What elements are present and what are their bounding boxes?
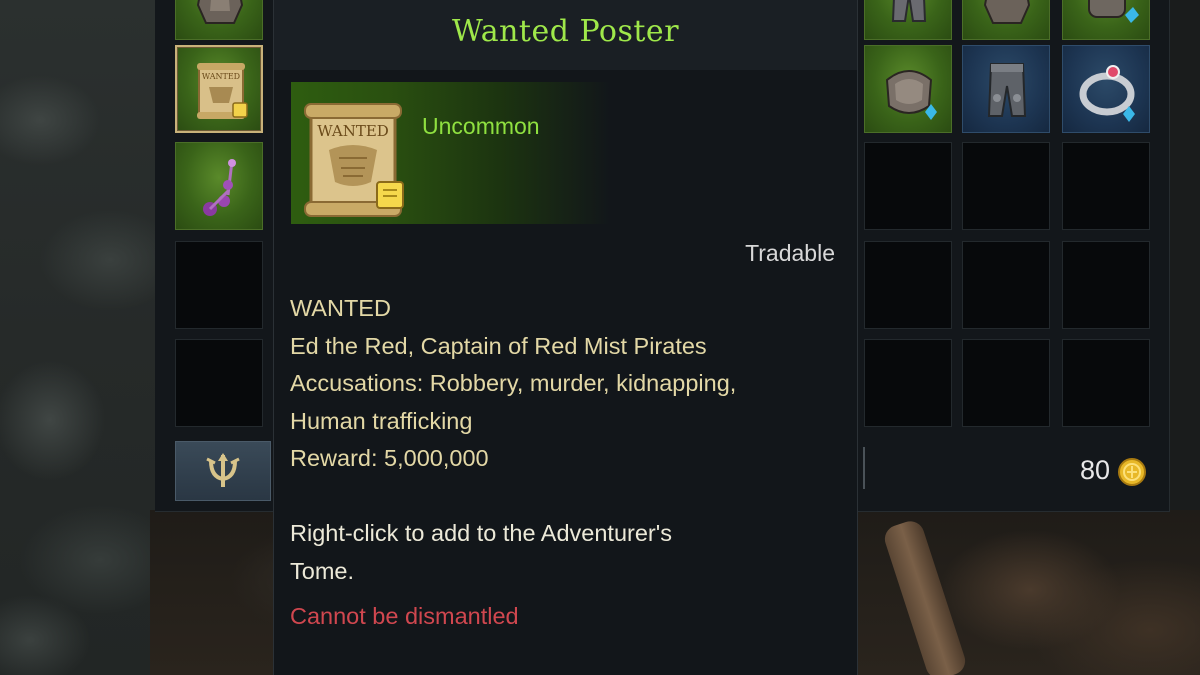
- background-rock-wall: [0, 0, 175, 675]
- svg-text:WANTED: WANTED: [317, 122, 389, 140]
- wanted-poster-icon: WANTED: [197, 63, 248, 119]
- inventory-slot-empty[interactable]: [1062, 142, 1150, 230]
- inventory-slot[interactable]: [1062, 45, 1150, 133]
- inventory-slot-wanted-poster[interactable]: WANTED: [175, 45, 263, 133]
- trident-crest-icon: [206, 453, 240, 487]
- usage-line: Right-click to add to the Adventurer's: [290, 520, 672, 546]
- tradable-label: Tradable: [745, 240, 835, 266]
- svg-text:WANTED: WANTED: [202, 72, 240, 81]
- inventory-slot[interactable]: [962, 45, 1050, 133]
- description-line: Human trafficking: [290, 407, 473, 434]
- inventory-slot[interactable]: [864, 45, 952, 133]
- gold-coin-icon: [1118, 458, 1146, 486]
- armor-chest-icon: [196, 0, 244, 24]
- gold-amount: 80: [1079, 455, 1110, 485]
- inventory-slot[interactable]: [1062, 0, 1150, 40]
- inventory-slot[interactable]: [864, 0, 952, 40]
- ring-icon: [1079, 65, 1135, 122]
- currency-divider: [863, 447, 865, 489]
- usage-instructions: Right-click to add to the Adventurer's T…: [290, 514, 850, 590]
- tome-action-button[interactable]: [175, 441, 271, 501]
- description-line: WANTED: [290, 295, 391, 321]
- gauntlet-icon: [1088, 0, 1139, 23]
- description-line: Reward: 5,000,000: [290, 445, 489, 471]
- tooltip-title-bar: Wanted Poster: [274, 0, 857, 70]
- item-description: WANTED Ed the Red, Captain of Red Mist P…: [290, 290, 850, 478]
- inventory-slot[interactable]: [175, 142, 263, 230]
- inventory-slot-empty[interactable]: [1062, 241, 1150, 329]
- armor-chest-icon: [983, 0, 1031, 24]
- item-name: Wanted Poster: [451, 14, 680, 49]
- inventory-slot-empty[interactable]: [962, 241, 1050, 329]
- earrings-icon: [203, 159, 236, 216]
- dismantle-warning: Cannot be dismantled: [290, 603, 519, 629]
- inventory-slot-empty[interactable]: [175, 241, 263, 329]
- leggings-icon: [987, 63, 1027, 117]
- gauntlet-icon: [885, 70, 937, 120]
- scroll-icon: WANTED: [304, 103, 404, 217]
- inventory-slot[interactable]: [962, 0, 1050, 40]
- description-line: Accusations: Robbery, murder, kidnapping…: [290, 370, 737, 396]
- inventory-slot-empty[interactable]: [962, 142, 1050, 230]
- item-rarity: Uncommon: [422, 113, 540, 139]
- inventory-slot-empty[interactable]: [962, 339, 1050, 427]
- item-tooltip: Wanted Poster WANTED Uncommon Tradable W…: [273, 0, 858, 675]
- inventory-slot-empty[interactable]: [864, 339, 952, 427]
- inventory-slot-empty[interactable]: [864, 142, 952, 230]
- description-line: Ed the Red, Captain of Red Mist Pirates: [290, 332, 707, 359]
- inventory-slot-empty[interactable]: [1062, 339, 1150, 427]
- usage-line: Tome.: [290, 558, 354, 584]
- inventory-slot[interactable]: [175, 0, 263, 40]
- inventory-slot-empty[interactable]: [175, 339, 263, 427]
- inventory-slot-empty[interactable]: [864, 241, 952, 329]
- armor-leggings-icon: [891, 0, 927, 22]
